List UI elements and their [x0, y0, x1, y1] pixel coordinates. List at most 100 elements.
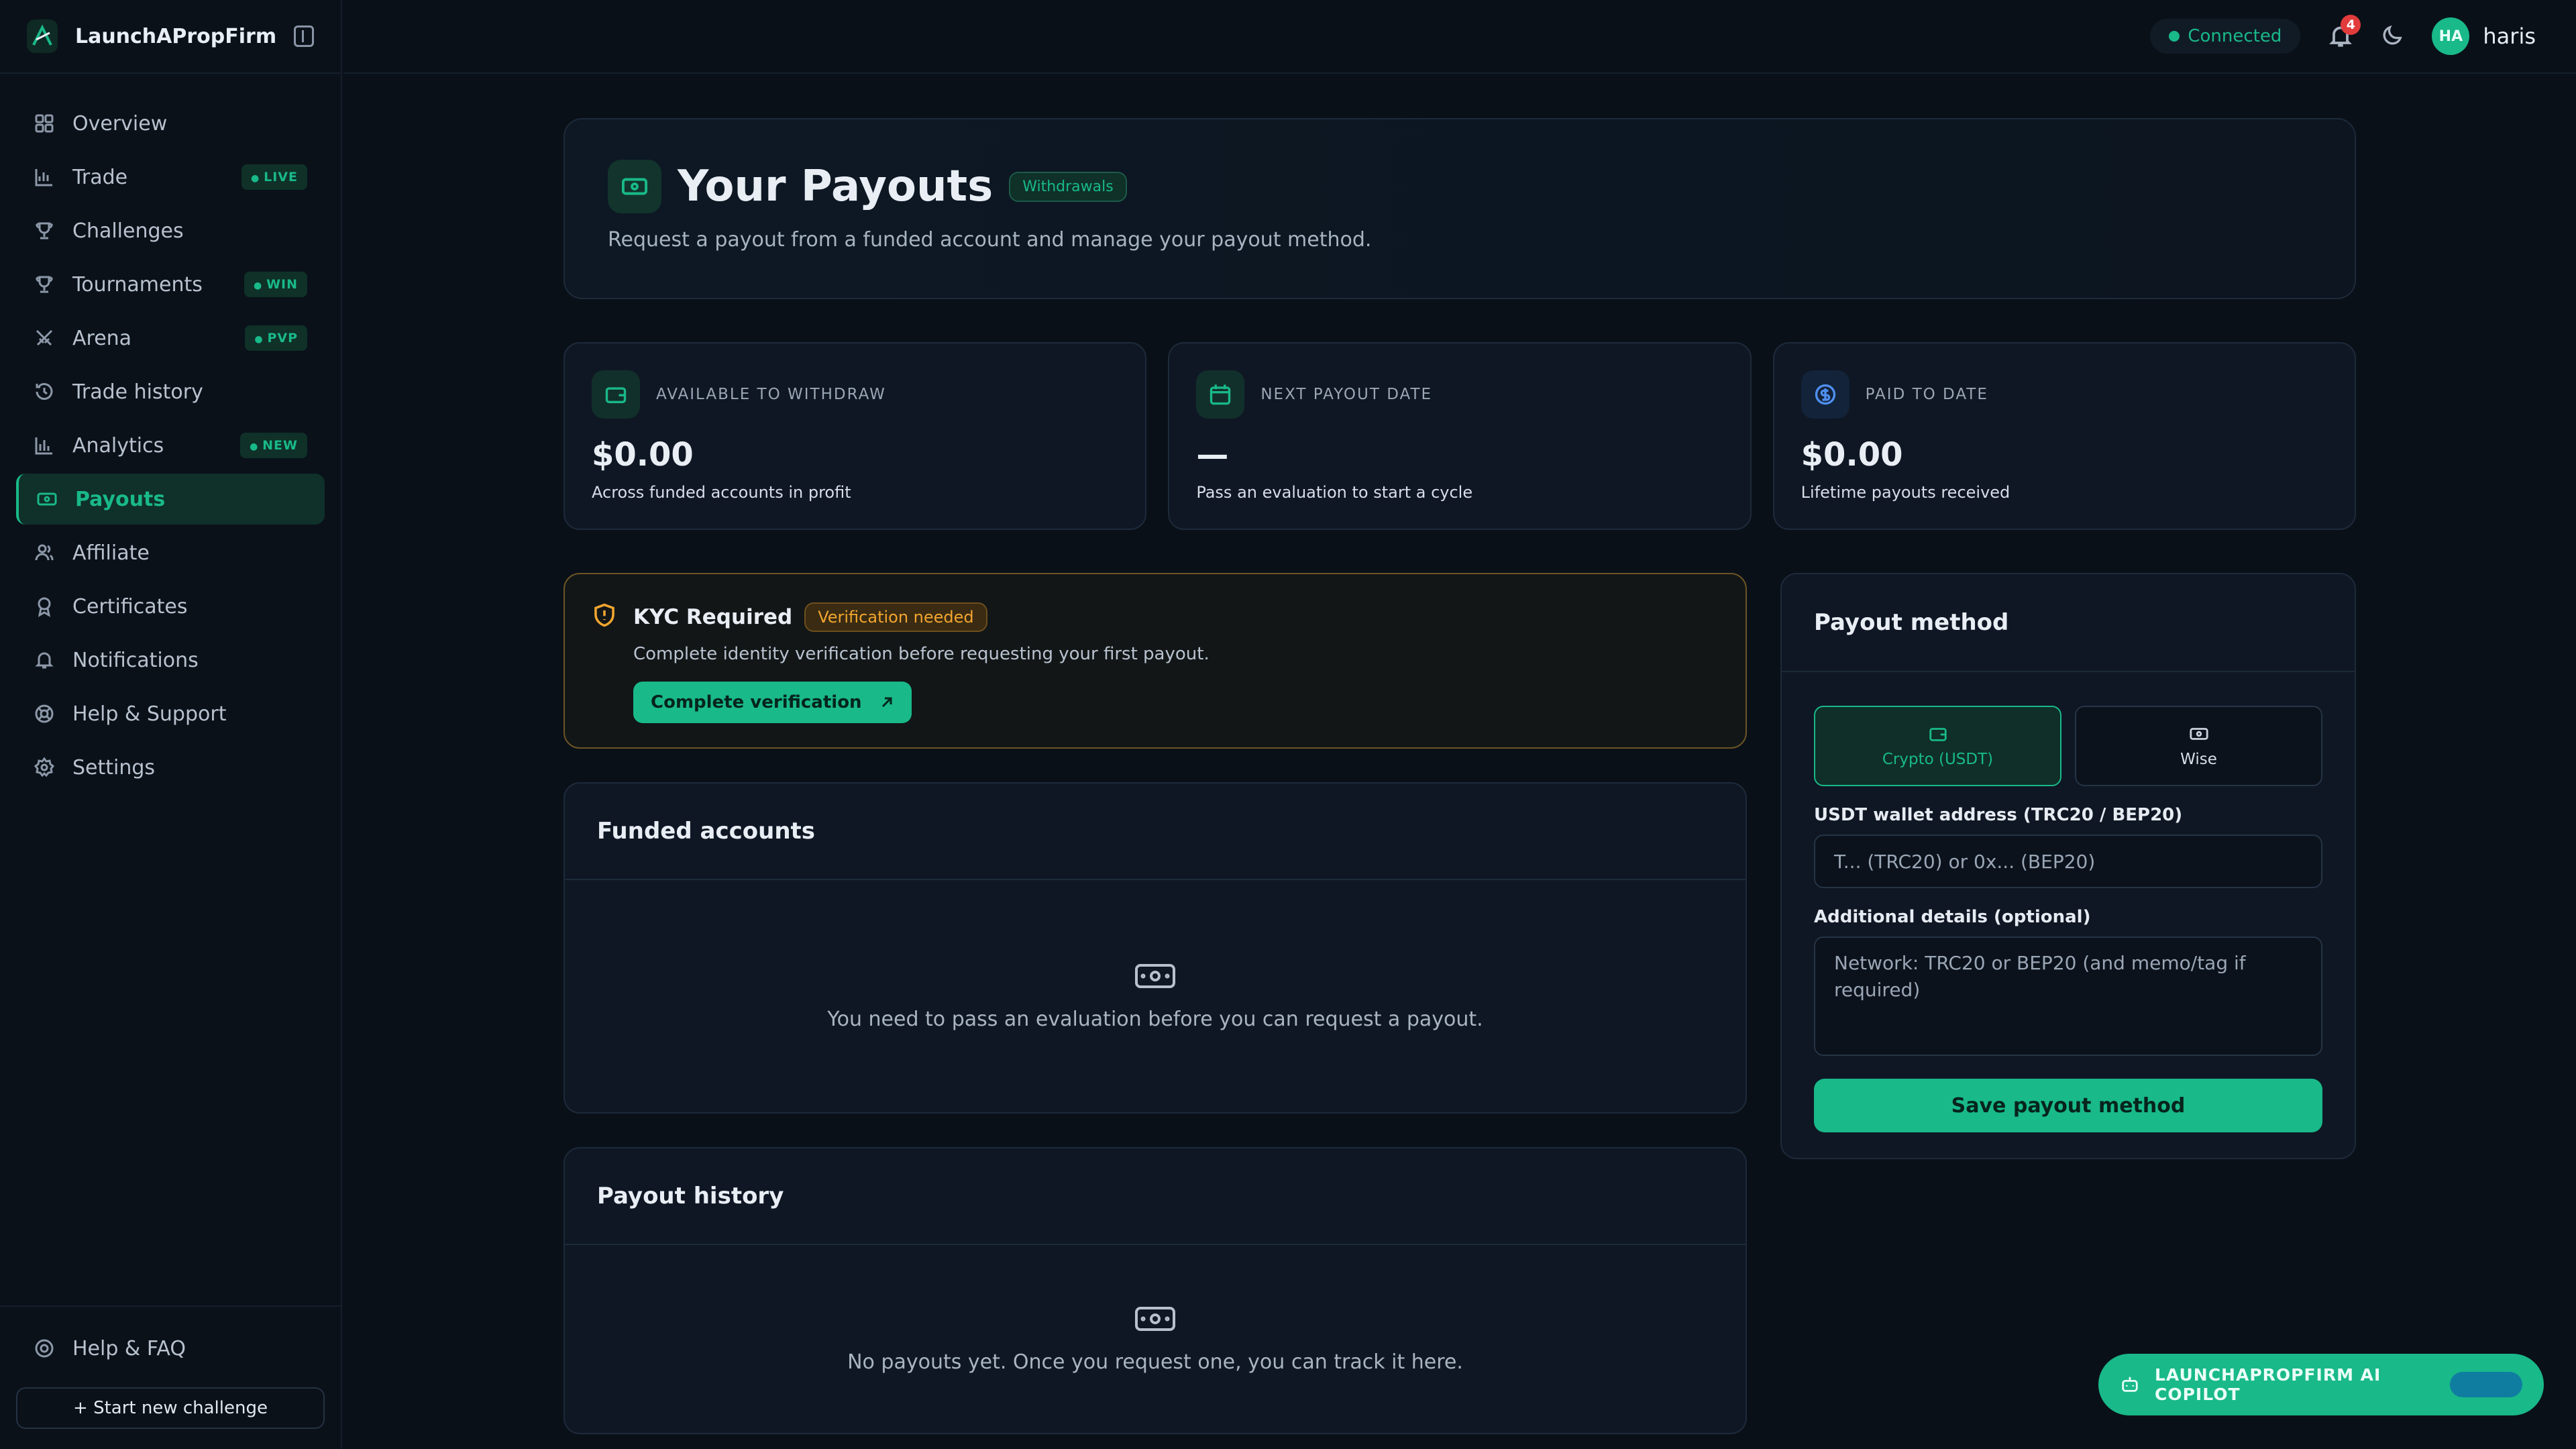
connection-status: Connected [2150, 19, 2301, 54]
grid-icon [35, 114, 54, 133]
gear-icon [34, 757, 55, 777]
withdrawals-tag: Withdrawals [1009, 171, 1127, 202]
stat-note: Across funded accounts in profit [592, 483, 851, 502]
theme-toggle-button[interactable] [2381, 23, 2405, 50]
cash-icon [608, 160, 661, 213]
username: haris [2483, 23, 2536, 49]
page-subtitle: Request a payout from a funded account a… [608, 228, 1372, 252]
funded-accounts-panel: Funded accounts You need to pass an eval… [564, 782, 1747, 1114]
cash-icon [37, 492, 57, 506]
wallet-address-input[interactable]: T... (TRC20) or 0x... (BEP20) [1814, 835, 2322, 888]
sidebar-item-label: Overview [72, 111, 168, 136]
complete-verification-button[interactable]: Complete verification [633, 682, 912, 723]
sidebar-item-label: Certificates [72, 594, 188, 619]
save-payout-method-button[interactable]: Save payout method [1814, 1079, 2322, 1132]
sidebar-item-label: Affiliate [72, 541, 150, 565]
sidebar-item-label: Analytics [72, 433, 164, 458]
kyc-banner: KYC Required Verification needed Complet… [564, 573, 1747, 749]
sidebar-item-arena[interactable]: Arena PVP [16, 313, 325, 364]
swords-icon [36, 329, 53, 346]
bell-icon [35, 652, 54, 669]
shield-icon [592, 602, 617, 719]
sidebar-item-label: Help & Support [72, 702, 227, 726]
wallet-icon [1929, 728, 1947, 741]
history-empty-message: No payouts yet. Once you request one, yo… [847, 1350, 1463, 1374]
wallet-icon [592, 370, 640, 419]
sidebar-item-trade[interactable]: Trade LIVE [16, 152, 325, 203]
ai-copilot-label: LAUNCHAPROPFIRM AI COPILOT [2154, 1365, 2381, 1404]
stat-next-payout: NEXT PAYOUT DATE — Pass an evaluation to… [1168, 342, 1752, 530]
sidebar-item-label: Help & FAQ [72, 1336, 186, 1360]
sidebar-item-certificates[interactable]: Certificates [16, 581, 325, 632]
ai-copilot-button[interactable]: LAUNCHAPROPFIRM AI COPILOT [2098, 1354, 2544, 1415]
sidebar-item-label: Settings [72, 755, 156, 780]
sidebar-item-challenges[interactable]: Challenges [16, 205, 325, 256]
sidebar-item-tournaments[interactable]: Tournaments WIN [16, 259, 325, 310]
main-content: Your Payouts Withdrawals Request a payou… [564, 118, 2356, 1434]
sidebar-item-label: Trade [72, 165, 128, 189]
crypto-usdt-option[interactable]: Crypto (USDT) [1814, 706, 2061, 786]
sidebar-item-label: Notifications [72, 648, 199, 672]
moon-icon [2383, 25, 2403, 45]
sidebar-item-label: Arena [72, 326, 132, 350]
cash-icon [1135, 1306, 1175, 1331]
arrow-up-right-icon [881, 697, 892, 708]
copilot-toggle[interactable] [2450, 1372, 2522, 1397]
topbar: Connected 4 HA haris [343, 0, 2576, 74]
additional-details-textarea[interactable]: Network: TRC20 or BEP20 (and memo/tag if… [1814, 936, 2322, 1056]
notifications-button[interactable]: 4 [2327, 15, 2361, 50]
brand-logo-icon[interactable] [27, 19, 58, 53]
stat-value: $0.00 [592, 436, 694, 474]
wise-option[interactable]: Wise [2075, 706, 2322, 786]
cash-icon [1135, 963, 1175, 988]
funded-accounts-title: Funded accounts [565, 784, 1746, 880]
users-icon [35, 544, 54, 561]
stat-note: Lifetime payouts received [1801, 483, 2010, 502]
sidebar-item-trade-history[interactable]: Trade history [16, 366, 325, 417]
stat-value: $0.00 [1801, 436, 1903, 474]
kyc-subtitle: Complete identity verification before re… [633, 644, 1210, 664]
payout-history-panel: Payout history No payouts yet. Once you … [564, 1147, 1747, 1434]
kyc-title: KYC Required [633, 605, 793, 629]
trophy-icon [36, 222, 53, 239]
pvp-pill: PVP [245, 325, 307, 351]
payout-method-panel: Payout method Crypto (USDT) Wise USDT wa… [1780, 573, 2356, 1159]
cash-icon [2189, 728, 2208, 740]
dollar-icon [1801, 370, 1849, 419]
trophy-icon [36, 276, 53, 293]
additional-details-label: Additional details (optional) [1814, 907, 2091, 927]
stat-label: AVAILABLE TO WITHDRAW [656, 386, 886, 403]
notification-count-badge: 4 [2341, 15, 2361, 35]
history-icon [36, 383, 53, 400]
payout-method-selector: Crypto (USDT) Wise [1814, 706, 2322, 786]
win-pill: WIN [244, 272, 307, 297]
wise-label: Wise [2180, 751, 2217, 768]
funded-empty-message: You need to pass an evaluation before yo… [827, 1007, 1483, 1031]
sidebar-item-label: Challenges [72, 219, 184, 243]
sidebar-item-payouts[interactable]: Payouts [16, 474, 325, 525]
sidebar-item-help-faq[interactable]: Help & FAQ [16, 1323, 325, 1374]
live-pill: LIVE [241, 164, 307, 190]
sidebar-nav: Overview Trade LIVE Challenges Tournamen… [0, 74, 341, 820]
sidebar-item-notifications[interactable]: Notifications [16, 635, 325, 686]
bar-chart-icon [35, 437, 52, 455]
sidebar: LaunchAPropFirm Overview Trade LIVE Chal… [0, 0, 342, 1449]
start-new-challenge-button[interactable]: + Start new challenge [16, 1387, 325, 1429]
sidebar-item-help-support[interactable]: Help & Support [16, 688, 325, 739]
app-root: LaunchAPropFirm Overview Trade LIVE Chal… [0, 0, 2576, 1449]
complete-verification-label: Complete verification [651, 692, 862, 712]
user-menu[interactable]: HA haris [2432, 17, 2536, 55]
sidebar-collapse-icon[interactable] [294, 25, 314, 47]
avatar: HA [2432, 17, 2470, 55]
new-pill: NEW [240, 433, 307, 458]
brand-bar: LaunchAPropFirm [0, 0, 341, 74]
award-icon [38, 597, 51, 617]
lifebuoy-icon [35, 704, 54, 723]
sidebar-item-analytics[interactable]: Analytics NEW [16, 420, 325, 471]
sidebar-item-overview[interactable]: Overview [16, 98, 325, 149]
stats-row: AVAILABLE TO WITHDRAW $0.00 Across funde… [564, 342, 2356, 530]
brand-name[interactable]: LaunchAPropFirm [75, 25, 276, 48]
sidebar-item-settings[interactable]: Settings [16, 742, 325, 793]
sidebar-item-label: Tournaments [72, 272, 203, 297]
sidebar-item-affiliate[interactable]: Affiliate [16, 527, 325, 578]
